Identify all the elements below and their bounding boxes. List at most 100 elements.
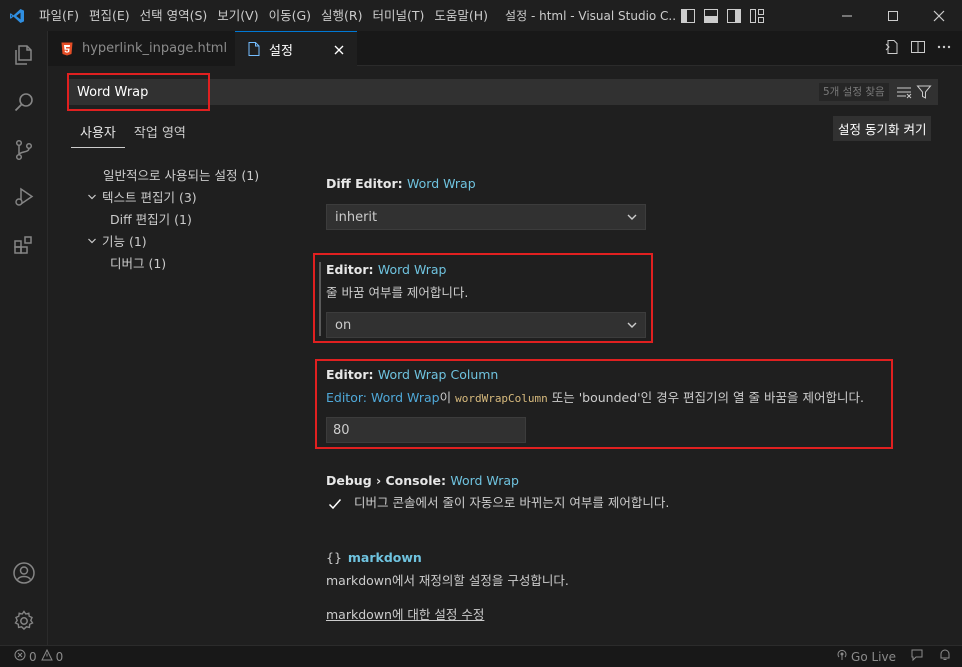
filter-icon[interactable]	[916, 84, 932, 100]
vscode-logo-icon	[0, 0, 34, 31]
select-value: inherit	[335, 209, 378, 225]
editor-word-wrap-select[interactable]: on	[326, 312, 646, 338]
maximize-icon[interactable]	[870, 0, 916, 31]
setting-diff-word-wrap: Diff Editor: Word Wrap inherit	[326, 176, 646, 230]
error-icon	[14, 649, 26, 664]
setting-debug-console-word-wrap: Debug › Console: Word Wrap 디버그 콘솔에서 줄이 자…	[326, 473, 669, 513]
select-value: on	[335, 317, 352, 333]
toc-item-diff-editor[interactable]: Diff 편집기 (1)	[110, 209, 192, 228]
settings-scope-tabs: 사용자 작업 영역	[71, 119, 195, 148]
title-bar: 파일(F) 편집(E) 선택 영역(S) 보기(V) 이동(G) 실행(R) 터…	[0, 0, 962, 31]
more-actions-icon[interactable]	[936, 39, 952, 59]
go-live-button[interactable]: Go Live	[836, 649, 896, 664]
tab-settings[interactable]: 설정	[235, 31, 357, 66]
setting-key: Word Wrap	[407, 176, 476, 191]
customize-layout-icon[interactable]	[748, 8, 766, 24]
turn-on-settings-sync-button[interactable]: 설정 동기화 켜기	[833, 116, 932, 141]
settings-search-bar: 5개 설정 찾음	[68, 79, 938, 105]
debug-console-word-wrap-checkbox[interactable]	[326, 495, 344, 513]
activity-bar	[0, 31, 48, 645]
menu-view[interactable]: 보기(V)	[212, 0, 263, 31]
split-editor-icon[interactable]	[910, 39, 926, 59]
toc-item-label: 디버그 (1)	[110, 256, 167, 271]
go-live-label: Go Live	[851, 649, 896, 664]
status-bar: 0 0 Go Live	[0, 645, 962, 667]
setting-editor-word-wrap: Editor: Word Wrap 줄 바꿈 여부를 제어합니다. on	[319, 262, 646, 338]
toggle-panel-icon[interactable]	[702, 8, 720, 24]
toc-item-commonly-used[interactable]: 일반적으로 사용되는 설정 (1)	[103, 165, 259, 184]
menu-file[interactable]: 파일(F)	[34, 0, 84, 31]
menu-go[interactable]: 이동(G)	[264, 0, 316, 31]
search-result-count: 5개 설정 찾음	[819, 83, 889, 101]
setting-description: markdown에서 재정의할 설정을 구성합니다.	[326, 573, 569, 588]
word-wrap-column-input[interactable]: 80	[326, 417, 526, 443]
accounts-icon[interactable]	[0, 549, 48, 597]
setting-markdown: {} markdown markdown에서 재정의할 설정을 구성합니다. ma…	[326, 550, 569, 623]
toggle-primary-sidebar-icon[interactable]	[679, 8, 697, 24]
diff-word-wrap-select[interactable]: inherit	[326, 204, 646, 230]
window-title: 설정 - html - Visual Studio C...	[505, 9, 676, 23]
close-icon[interactable]	[331, 42, 347, 58]
chevron-down-icon	[625, 210, 639, 224]
error-count: 0	[29, 649, 37, 664]
setting-category: Diff Editor:	[326, 176, 407, 191]
tab-hyperlink-inpage[interactable]: hyperlink_inpage.html	[48, 31, 235, 66]
menu-terminal[interactable]: 터미널(T)	[368, 0, 430, 31]
editor-tab-bar: hyperlink_inpage.html 설정	[48, 31, 962, 66]
setting-key: Word Wrap	[450, 473, 519, 488]
feedback-icon[interactable]	[910, 648, 924, 665]
setting-key: markdown	[347, 550, 422, 565]
file-icon	[247, 42, 261, 56]
description-text: 이	[439, 390, 456, 405]
toc-item-text-editor[interactable]: 텍스트 편집기 (3)	[85, 187, 197, 206]
warning-count: 0	[55, 649, 64, 664]
warning-icon	[40, 648, 53, 664]
setting-key: Word Wrap	[377, 262, 447, 277]
setting-category: Debug › Console:	[326, 473, 451, 488]
tab-user-scope[interactable]: 사용자	[71, 119, 125, 148]
menu-edit[interactable]: 편집(E)	[84, 0, 135, 31]
menu-help[interactable]: 도움말(H)	[429, 0, 493, 31]
toc-item-label: 일반적으로 사용되는 설정 (1)	[103, 168, 260, 183]
toc-item-features[interactable]: 기능 (1)	[85, 231, 147, 250]
html5-icon	[60, 42, 74, 56]
manage-gear-icon[interactable]	[0, 597, 48, 645]
setting-title: Diff Editor: Word Wrap	[326, 176, 646, 191]
braces-icon: {}	[326, 550, 342, 565]
explorer-icon[interactable]	[0, 31, 48, 79]
run-debug-icon[interactable]	[0, 173, 48, 221]
settings-search-input[interactable]	[68, 79, 828, 105]
minimize-icon[interactable]	[824, 0, 870, 31]
settings-editor: 5개 설정 찾음 사용자 작업 영역 설정 동기화 켜기 일반적으로 사용되는 …	[48, 66, 962, 645]
setting-link[interactable]: Editor: Word Wrap	[326, 390, 440, 405]
setting-description: 줄 바꿈 여부를 제어합니다.	[326, 285, 469, 300]
setting-editor-word-wrap-column: Editor: Word Wrap Column Editor: Word Wr…	[326, 367, 864, 443]
setting-title: {} markdown	[326, 550, 569, 565]
description-text: 또는 'bounded'인 경우 편집기의 열 줄 바꿈을 제어합니다.	[547, 390, 864, 405]
clear-filter-icon[interactable]	[896, 84, 912, 100]
source-control-icon[interactable]	[0, 126, 48, 174]
notifications-bell-icon[interactable]	[938, 648, 952, 665]
edit-markdown-settings-link[interactable]: markdown에 대한 설정 수정	[326, 604, 569, 623]
toc-item-label: 텍스트 편집기 (3)	[102, 190, 197, 205]
inline-code: wordWrapColumn	[455, 392, 548, 405]
menu-selection[interactable]: 선택 영역(S)	[135, 0, 213, 31]
search-icon[interactable]	[0, 78, 48, 126]
toggle-secondary-sidebar-icon[interactable]	[725, 8, 743, 24]
close-window-icon[interactable]	[916, 0, 962, 31]
setting-title: Editor: Word Wrap	[326, 262, 646, 277]
problems-status[interactable]: 0 0	[0, 648, 64, 664]
toc-item-label: Diff 편집기 (1)	[110, 212, 192, 227]
toc-item-debug[interactable]: 디버그 (1)	[110, 253, 166, 272]
chevron-down-icon	[85, 234, 99, 248]
menu-run[interactable]: 실행(R)	[316, 0, 367, 31]
open-settings-json-icon[interactable]	[884, 39, 900, 59]
setting-category: Editor:	[326, 367, 378, 382]
extensions-icon[interactable]	[0, 221, 48, 269]
tab-workspace-scope[interactable]: 작업 영역	[125, 119, 195, 148]
input-value: 80	[333, 422, 350, 438]
broadcast-icon	[836, 649, 848, 664]
menu-bar: 파일(F) 편집(E) 선택 영역(S) 보기(V) 이동(G) 실행(R) 터…	[34, 0, 493, 31]
setting-title: Debug › Console: Word Wrap	[326, 473, 669, 488]
setting-title: Editor: Word Wrap Column	[326, 367, 864, 382]
